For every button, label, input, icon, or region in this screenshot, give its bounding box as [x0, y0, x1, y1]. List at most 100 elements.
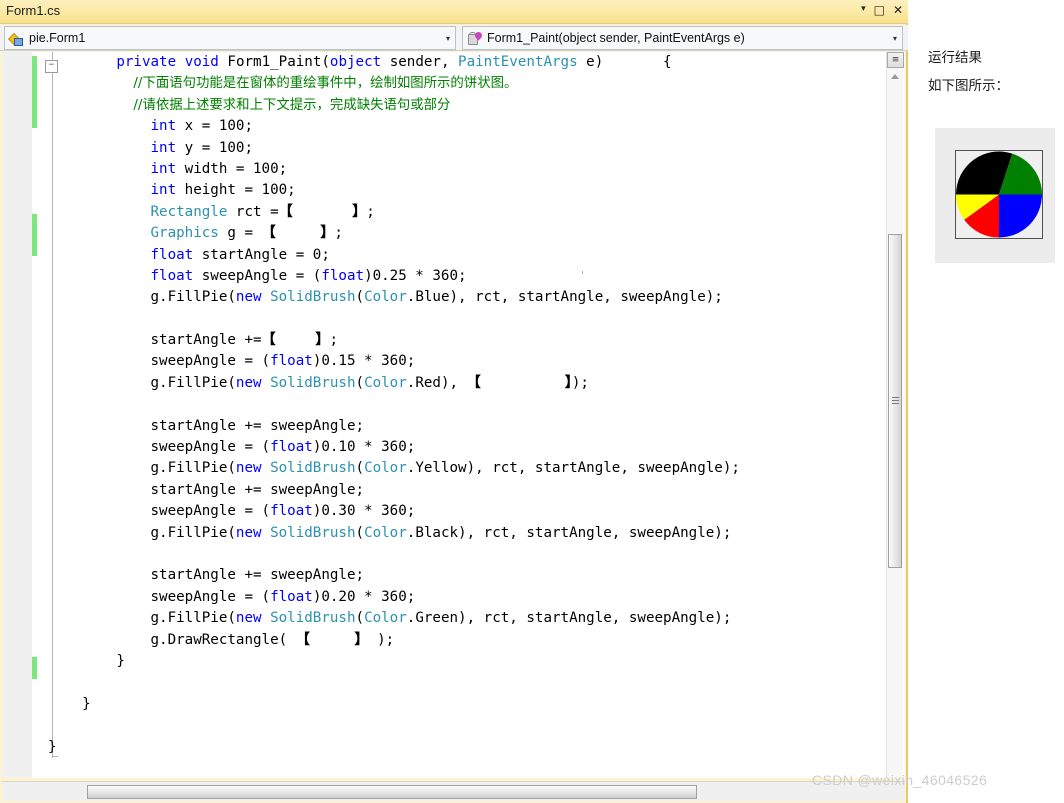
- chevron-down-icon[interactable]: ▾: [888, 34, 902, 43]
- code-token: SolidBrush: [270, 524, 356, 541]
- code-token: object: [329, 54, 382, 70]
- code-line: sweepAngle = (float)0.15 * 360;: [150, 353, 416, 370]
- code-token: Rectangle: [150, 203, 228, 220]
- code-line: startAngle +=【 】;: [150, 332, 338, 349]
- vertical-scrollbar-thumb[interactable]: [888, 234, 902, 568]
- code-line: startAngle += sweepAngle;: [150, 567, 365, 584]
- code-token: new: [235, 460, 262, 477]
- code-token: new: [235, 374, 262, 391]
- document-tab-title[interactable]: Form1.cs: [6, 3, 60, 18]
- code-line: }: [116, 652, 125, 669]
- text-caret-marker: [582, 271, 583, 274]
- change-tracking-bar: [32, 52, 37, 778]
- code-token: 【 】: [278, 203, 367, 220]
- code-token: new: [235, 289, 262, 306]
- code-token: Color: [364, 374, 407, 391]
- code-line: sweepAngle = (float)0.20 * 360;: [150, 588, 416, 605]
- code-line: int height = 100;: [150, 182, 296, 199]
- code-line: int x = 100;: [150, 118, 254, 135]
- class-icon: [7, 31, 26, 46]
- code-token: //请依据上述要求和上下文提示，完成缺失语句或部分: [133, 97, 451, 113]
- code-token: 【 】: [261, 332, 330, 349]
- code-editor[interactable]: − private void Form1_Paint(object sender…: [2, 52, 905, 778]
- code-line: int y = 100;: [150, 139, 254, 156]
- code-token: 【 】: [466, 374, 572, 391]
- window-title-bar: Form1.cs ▾ □ ✕: [0, 0, 908, 24]
- code-token: void: [184, 54, 219, 70]
- code-token: new: [235, 610, 262, 627]
- maximize-icon[interactable]: □: [874, 3, 885, 17]
- window-dropdown-icon[interactable]: ▾: [861, 2, 866, 16]
- code-token: Graphics: [150, 225, 219, 242]
- change-marker: [32, 214, 37, 256]
- code-token: int: [150, 118, 177, 135]
- code-token: 【 】: [295, 631, 369, 648]
- change-marker: [32, 56, 37, 128]
- code-token: new: [235, 524, 262, 541]
- code-token: Color: [364, 289, 407, 306]
- code-line: }: [48, 738, 57, 755]
- code-token: int: [150, 139, 177, 156]
- horizontal-scrollbar[interactable]: [2, 781, 905, 801]
- code-token: //下面语句功能是在窗体的重绘事件中，绘制如图所示的饼状图。: [133, 76, 518, 92]
- watermark-text: CSDN @weixin_46046526: [812, 772, 988, 788]
- code-token: int: [150, 160, 177, 177]
- code-line: private void Form1_Paint(object sender, …: [116, 54, 672, 70]
- code-token: float: [270, 353, 313, 370]
- class-dropdown-value: pie.Form1: [29, 31, 86, 45]
- code-token: 【 】: [261, 225, 335, 242]
- code-token: private: [116, 54, 177, 70]
- code-line: float startAngle = 0;: [150, 246, 330, 263]
- vertical-scrollbar[interactable]: ≡: [886, 52, 904, 778]
- code-line: sweepAngle = (float)0.30 * 360;: [150, 503, 416, 520]
- code-line: startAngle += sweepAngle;: [150, 417, 365, 434]
- code-token: float: [270, 588, 313, 605]
- code-line: g.FillPie(new SolidBrush(Color.Yellow), …: [150, 460, 740, 477]
- code-line: g.FillPie(new SolidBrush(Color.Green), r…: [150, 610, 732, 627]
- method-icon: [467, 30, 484, 46]
- horizontal-scrollbar-thumb[interactable]: [87, 785, 697, 799]
- code-token: SolidBrush: [270, 460, 356, 477]
- class-dropdown[interactable]: pie.Form1 ▾: [4, 26, 456, 50]
- code-line: g.FillPie(new SolidBrush(Color.Black), r…: [150, 524, 732, 541]
- code-token: SolidBrush: [270, 289, 356, 306]
- code-token: SolidBrush: [270, 374, 356, 391]
- scroll-up-arrow-icon[interactable]: [891, 74, 899, 79]
- navigation-bar: pie.Form1 ▾ Form1_Paint(object sender, P…: [0, 25, 908, 51]
- code-line: Rectangle rct =【 】;: [150, 203, 375, 220]
- result-figure-container: [935, 128, 1055, 263]
- code-token: SolidBrush: [270, 610, 356, 627]
- member-dropdown-value: Form1_Paint(object sender, PaintEventArg…: [487, 31, 745, 45]
- code-token: float: [270, 503, 313, 520]
- chevron-down-icon[interactable]: ▾: [441, 34, 455, 43]
- member-dropdown[interactable]: Form1_Paint(object sender, PaintEventArg…: [462, 26, 903, 50]
- code-token: float: [270, 439, 313, 456]
- code-line: Graphics g = 【 】;: [150, 225, 343, 242]
- window-controls: ▾ □ ✕: [861, 3, 903, 17]
- pie-chart-svg: [956, 151, 1042, 238]
- pie-chart-canvas: [955, 150, 1043, 239]
- code-token: PaintEventArgs: [458, 54, 578, 70]
- code-token: Color: [364, 460, 407, 477]
- split-view-button[interactable]: ≡: [887, 52, 904, 68]
- code-line: float sweepAngle = (float)0.25 * 360;: [150, 267, 467, 284]
- pie-slice-blue: [999, 194, 1042, 238]
- code-line: sweepAngle = (float)0.10 * 360;: [150, 439, 416, 456]
- result-pane: 运行结果 如下图所示：: [910, 0, 1064, 803]
- indicator-margin: [2, 52, 32, 778]
- close-icon[interactable]: ✕: [893, 3, 903, 17]
- scrollbar-grip-icon: [892, 397, 899, 404]
- visual-studio-window: Form1.cs ▾ □ ✕ pie.Form1 ▾ Form1_Paint(o…: [0, 0, 908, 803]
- code-line: g.FillPie(new SolidBrush(Color.Red), 【 】…: [150, 374, 589, 391]
- result-label-line1: 运行结果: [928, 50, 982, 66]
- code-token: Color: [364, 610, 407, 627]
- code-text-area[interactable]: private void Form1_Paint(object sender, …: [48, 52, 888, 778]
- code-token: float: [150, 267, 194, 284]
- code-token: float: [321, 267, 365, 284]
- result-label-line2: 如下图所示：: [928, 78, 1009, 94]
